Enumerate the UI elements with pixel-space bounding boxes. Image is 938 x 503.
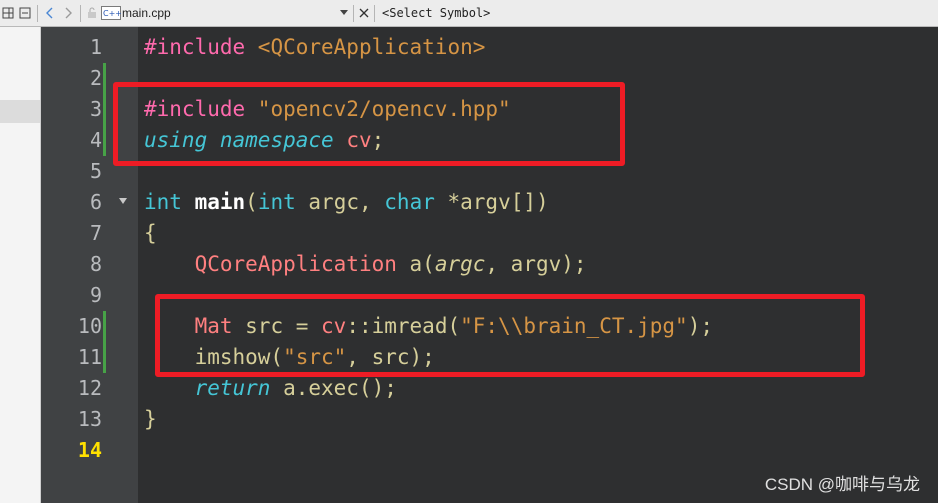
- file-select[interactable]: main.cpp: [122, 4, 350, 22]
- close-doc-icon[interactable]: [16, 4, 34, 22]
- token: argc,: [295, 190, 385, 214]
- line-number: 12: [77, 376, 102, 400]
- file-type-badge: C++: [103, 9, 121, 18]
- separator: [353, 4, 354, 22]
- token: int: [144, 190, 182, 214]
- token: {: [144, 221, 157, 245]
- watermark: CSDN @咖啡与乌龙: [764, 475, 920, 494]
- split-icon[interactable]: [0, 4, 16, 22]
- line-number: 8: [89, 252, 102, 276]
- line-number: 9: [89, 283, 102, 307]
- code-line-7: {: [144, 218, 157, 249]
- left-panel: [0, 27, 41, 503]
- change-marker: [103, 63, 106, 94]
- token: #include: [144, 35, 258, 59]
- token: (: [245, 190, 258, 214]
- editor-toolbar: C++ main.cpp <Select Symbol>: [0, 0, 938, 27]
- line-number: 11: [77, 345, 102, 369]
- token: a(: [396, 252, 435, 276]
- selected-panel-row[interactable]: [0, 100, 40, 123]
- close-icon[interactable]: [357, 4, 371, 22]
- token: return: [194, 376, 271, 400]
- line-number: 7: [89, 221, 102, 245]
- change-marker: [103, 311, 106, 342]
- line-number: 6: [89, 190, 102, 214]
- code-line-13: }: [144, 404, 157, 435]
- token: }: [144, 407, 157, 431]
- line-number: 3: [89, 97, 102, 121]
- code-line-8: QCoreApplication a(argc, argv);: [144, 249, 587, 280]
- code-line-1: #include <QCoreApplication>: [144, 32, 485, 63]
- token: <QCoreApplication>: [257, 35, 486, 59]
- file-name: main.cpp: [122, 6, 171, 20]
- symbol-select[interactable]: <Select Symbol>: [378, 6, 490, 20]
- line-number: 4: [89, 128, 102, 152]
- token: char: [384, 190, 435, 214]
- forward-arrow-icon[interactable]: [59, 4, 77, 22]
- token: *argv[]): [434, 190, 549, 214]
- token: , argv);: [485, 252, 587, 276]
- separator: [80, 4, 81, 22]
- change-marker: [103, 125, 106, 156]
- lock-icon[interactable]: [84, 4, 100, 22]
- change-marker: [103, 94, 106, 125]
- change-marker: [103, 342, 106, 373]
- line-number: 13: [77, 407, 102, 431]
- code-line-6: int main(int argc, char *argv[]): [144, 187, 549, 218]
- fold-marker-icon[interactable]: [119, 198, 127, 204]
- token: QCoreApplication: [194, 252, 397, 276]
- line-number: 2: [89, 66, 102, 90]
- highlight-box-imread: [155, 294, 865, 377]
- line-number: 5: [89, 159, 102, 183]
- back-arrow-icon[interactable]: [41, 4, 59, 22]
- line-number: 1: [89, 35, 102, 59]
- cpp-file-icon: C++: [100, 4, 122, 22]
- dropdown-arrow-icon[interactable]: [338, 4, 350, 22]
- token: main: [194, 190, 246, 214]
- token: a.exec();: [270, 376, 397, 400]
- highlight-box-include: [113, 82, 625, 166]
- separator: [374, 4, 375, 22]
- current-line-number: 14: [77, 438, 102, 462]
- line-number: 10: [77, 314, 102, 338]
- token: argc: [434, 252, 486, 276]
- separator: [37, 4, 38, 22]
- token: int: [257, 190, 296, 214]
- code-line-12: return a.exec();: [144, 373, 397, 404]
